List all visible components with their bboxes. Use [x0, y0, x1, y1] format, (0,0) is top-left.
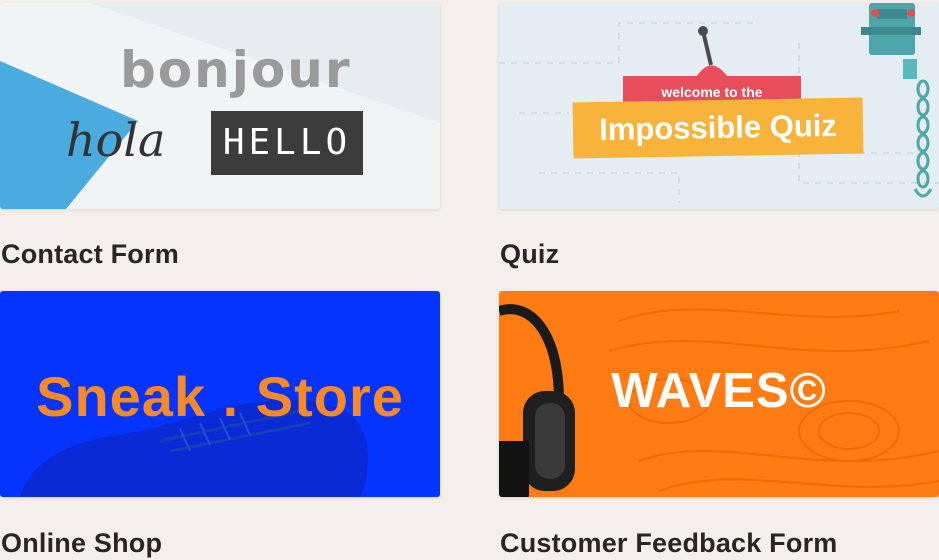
- quiz-title-banner: Impossible Quiz: [572, 97, 864, 159]
- robot-arm-icon: [861, 3, 921, 79]
- quiz-thumbnail[interactable]: welcome to the Impossible Quiz: [499, 3, 939, 209]
- waves-brand-text: WAVES©: [611, 364, 827, 418]
- card-title[interactable]: Contact Form: [1, 239, 179, 270]
- bonjour-text: bonjour: [120, 41, 352, 99]
- lever-icon: [697, 26, 727, 76]
- chain-icon: [913, 79, 933, 198]
- store-brand-text: Sneak . Store: [36, 365, 404, 428]
- contact-form-thumbnail[interactable]: bonjour hola HELLO: [0, 3, 440, 209]
- contact-form-background: [0, 3, 440, 209]
- online-shop-thumbnail[interactable]: Sneak . Store: [0, 291, 440, 497]
- customer-feedback-thumbnail[interactable]: WAVES©: [499, 291, 939, 497]
- hello-text: HELLO: [211, 111, 363, 175]
- hola-text: hola: [66, 113, 166, 167]
- card-title[interactable]: Online Shop: [1, 528, 162, 559]
- card-title[interactable]: Customer Feedback Form: [500, 528, 837, 559]
- card-title[interactable]: Quiz: [500, 239, 559, 270]
